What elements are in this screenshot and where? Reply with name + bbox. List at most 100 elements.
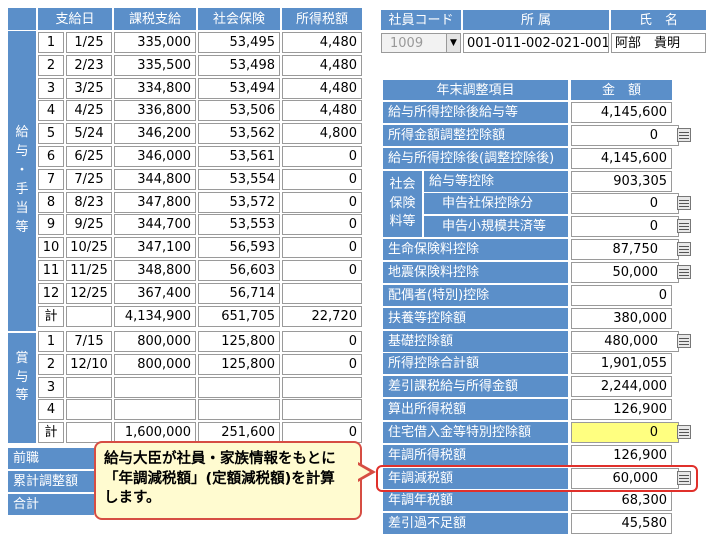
bonus-cell-date[interactable]: 12/10 — [66, 354, 112, 375]
adjust-value[interactable]: 50,000 — [571, 262, 679, 283]
salary-cell-date[interactable]: 12/25 — [66, 283, 112, 304]
bonus-total-social: 251,600 — [198, 422, 280, 443]
bonus-cell-date[interactable] — [66, 377, 112, 398]
salary-cell-tax[interactable]: 0 — [282, 192, 362, 213]
salary-cell-tax[interactable]: 0 — [282, 146, 362, 167]
salary-cell-taxable[interactable]: 344,800 — [114, 169, 196, 190]
calculator-icon[interactable] — [677, 242, 691, 256]
adjust-label: 申告小規模共済等 — [424, 216, 568, 237]
salary-cell-taxable[interactable]: 347,800 — [114, 192, 196, 213]
adjust-value[interactable]: 4,145,600 — [571, 102, 672, 123]
bonus-cell-taxable[interactable]: 800,000 — [114, 331, 196, 352]
salary-cell-taxable[interactable]: 347,100 — [114, 237, 196, 258]
salary-cell-social[interactable]: 53,554 — [198, 169, 280, 190]
department-field: 001-011-002-021-001 — [463, 33, 609, 53]
adjust-value[interactable]: 0 — [571, 125, 679, 146]
calculator-icon[interactable] — [677, 334, 691, 348]
salary-cell-social[interactable]: 56,714 — [198, 283, 280, 304]
salary-cell-date[interactable]: 5/24 — [66, 123, 112, 144]
adjust-label: 年調所得税額 — [383, 445, 568, 466]
salary-cell-tax[interactable]: 4,800 — [282, 123, 362, 144]
adjust-value[interactable]: 480,000 — [571, 331, 679, 352]
salary-cell-social[interactable]: 53,553 — [198, 214, 280, 235]
bonus-cell-social[interactable] — [198, 399, 280, 420]
adjust-value[interactable]: 126,900 — [571, 399, 672, 420]
salary-cell-date[interactable]: 4/25 — [66, 100, 112, 121]
adjust-value[interactable]: 126,900 — [571, 445, 672, 466]
salary-cell-tax[interactable]: 0 — [282, 214, 362, 235]
salary-cell-date[interactable]: 10/25 — [66, 237, 112, 258]
salary-cell-social[interactable]: 53,506 — [198, 100, 280, 121]
calculator-icon[interactable] — [677, 196, 691, 210]
salary-cell-date[interactable]: 9/25 — [66, 214, 112, 235]
bonus-cell-social[interactable]: 125,800 — [198, 354, 280, 375]
bonus-side-label-char: 等 — [15, 388, 29, 404]
salary-cell-taxable[interactable]: 346,200 — [114, 123, 196, 144]
adjust-value[interactable]: 0 — [571, 216, 679, 237]
bonus-total-blank — [66, 422, 112, 443]
salary-cell-tax[interactable]: 0 — [282, 260, 362, 281]
salary-cell-tax[interactable]: 4,480 — [282, 100, 362, 121]
bonus-cell-taxable[interactable]: 800,000 — [114, 354, 196, 375]
adjust-value[interactable]: 0 — [571, 422, 679, 443]
bonus-cell-taxable[interactable] — [114, 377, 196, 398]
salary-cell-social[interactable]: 56,593 — [198, 237, 280, 258]
salary-cell-tax[interactable]: 0 — [282, 169, 362, 190]
salary-cell-social[interactable]: 56,603 — [198, 260, 280, 281]
adjust-value[interactable]: 1,901,055 — [571, 353, 672, 374]
salary-cell-taxable[interactable]: 334,800 — [114, 78, 196, 99]
salary-cell-social[interactable]: 53,562 — [198, 123, 280, 144]
salary-cell-social[interactable]: 53,498 — [198, 55, 280, 76]
adjust-label: 差引課税給与所得金額 — [383, 376, 568, 397]
adjust-value[interactable]: 0 — [571, 193, 679, 214]
bonus-cell-tax[interactable]: 0 — [282, 354, 362, 375]
callout-pointer-inner — [358, 465, 370, 479]
salary-cell-date[interactable]: 1/25 — [66, 32, 112, 53]
chevron-down-icon[interactable]: ▼ — [446, 34, 460, 52]
bonus-cell-date[interactable] — [66, 399, 112, 420]
salary-cell-taxable[interactable]: 367,400 — [114, 283, 196, 304]
salary-cell-tax[interactable]: 4,480 — [282, 78, 362, 99]
salary-cell-taxable[interactable]: 335,000 — [114, 32, 196, 53]
bonus-cell-taxable[interactable] — [114, 399, 196, 420]
salary-cell-tax[interactable]: 0 — [282, 237, 362, 258]
adjust-value[interactable]: 68,300 — [571, 490, 672, 511]
salary-cell-social[interactable]: 53,494 — [198, 78, 280, 99]
salary-cell-taxable[interactable]: 344,700 — [114, 214, 196, 235]
adjust-value[interactable]: 903,305 — [571, 171, 672, 192]
salary-cell-tax[interactable]: 4,480 — [282, 55, 362, 76]
salary-cell-date[interactable]: 6/25 — [66, 146, 112, 167]
salary-cell-no: 1 — [38, 32, 64, 53]
salary-cell-date[interactable]: 8/23 — [66, 192, 112, 213]
bonus-cell-tax[interactable] — [282, 399, 362, 420]
salary-cell-tax[interactable]: 4,480 — [282, 32, 362, 53]
bonus-cell-social[interactable]: 125,800 — [198, 331, 280, 352]
salary-cell-date[interactable]: 2/23 — [66, 55, 112, 76]
bonus-cell-social[interactable] — [198, 377, 280, 398]
salary-cell-date[interactable]: 3/25 — [66, 78, 112, 99]
adjust-value[interactable]: 2,244,000 — [571, 376, 672, 397]
salary-cell-taxable[interactable]: 348,800 — [114, 260, 196, 281]
salary-cell-taxable[interactable]: 335,500 — [114, 55, 196, 76]
adjust-value[interactable]: 45,580 — [571, 513, 672, 534]
calculator-icon[interactable] — [677, 219, 691, 233]
salary-cell-tax[interactable] — [282, 283, 362, 304]
calculator-icon[interactable] — [677, 128, 691, 142]
calculator-icon[interactable] — [677, 425, 691, 439]
salary-cell-date[interactable]: 7/25 — [66, 169, 112, 190]
salary-cell-social[interactable]: 53,561 — [198, 146, 280, 167]
bonus-cell-date[interactable]: 7/15 — [66, 331, 112, 352]
salary-cell-social[interactable]: 53,572 — [198, 192, 280, 213]
bonus-cell-tax[interactable]: 0 — [282, 331, 362, 352]
salary-cell-social[interactable]: 53,495 — [198, 32, 280, 53]
bonus-cell-tax[interactable] — [282, 377, 362, 398]
calculator-icon[interactable] — [677, 265, 691, 279]
adjust-value[interactable]: 0 — [571, 285, 672, 306]
bonus-side-label-char: 与 — [15, 369, 29, 385]
salary-cell-taxable[interactable]: 336,800 — [114, 100, 196, 121]
salary-cell-taxable[interactable]: 346,000 — [114, 146, 196, 167]
adjust-value[interactable]: 380,000 — [571, 308, 672, 329]
adjust-value[interactable]: 4,145,600 — [571, 148, 672, 169]
salary-cell-date[interactable]: 11/25 — [66, 260, 112, 281]
adjust-value[interactable]: 87,750 — [571, 239, 679, 260]
